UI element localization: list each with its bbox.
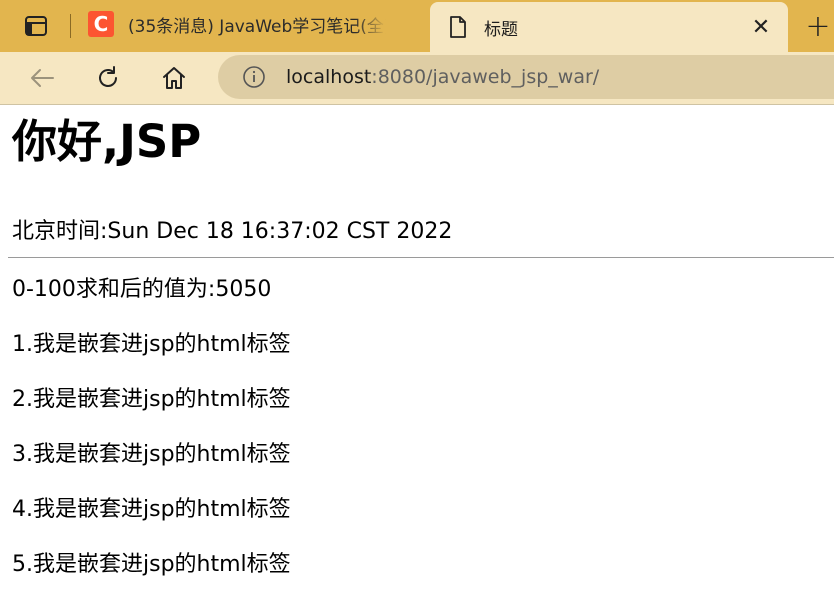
close-tab-icon[interactable]: ✕ [746, 12, 776, 42]
url-path: :8080/javaweb_jsp_war/ [371, 66, 600, 88]
tab-csdn[interactable]: C (35条消息) JavaWeb学习笔记(全)_java [78, 0, 428, 48]
time-text: 北京时间:Sun Dec 18 16:37:02 CST 2022 [12, 219, 453, 244]
refresh-icon [99, 66, 117, 87]
tab-separator [70, 14, 71, 38]
horizontal-rule [8, 257, 834, 258]
list-item: 5.我是嵌套进jsp的html标签 [12, 552, 291, 577]
home-button[interactable] [156, 60, 192, 96]
back-arrow-icon [31, 69, 54, 87]
page-icon [448, 15, 468, 39]
tab-actions-icon [25, 16, 47, 36]
csdn-favicon-icon: C [88, 11, 114, 37]
page-heading: 你好,JSP [12, 115, 202, 168]
vertical-tabs-button[interactable] [14, 10, 58, 42]
url-text[interactable]: localhost:8080/javaweb_jsp_war/ [286, 66, 599, 88]
navigation-bar: localhost:8080/javaweb_jsp_war/ [0, 52, 834, 105]
list-item: 4.我是嵌套进jsp的html标签 [12, 497, 291, 522]
address-bar[interactable]: localhost:8080/javaweb_jsp_war/ [218, 55, 834, 99]
back-button[interactable] [24, 60, 60, 96]
new-tab-button[interactable]: + [796, 4, 834, 48]
tab-active[interactable]: 标题 ✕ [430, 2, 788, 52]
site-info-icon[interactable] [242, 65, 266, 89]
url-host: localhost [286, 66, 372, 88]
refresh-button[interactable] [90, 60, 126, 96]
tab-title: (35条消息) JavaWeb学习笔记(全)_java [128, 16, 386, 37]
tab-bar: C (35条消息) JavaWeb学习笔记(全)_java 标题 ✕ + [0, 0, 834, 52]
sum-text: 0-100求和后的值为:5050 [12, 277, 272, 302]
list-item: 3.我是嵌套进jsp的html标签 [12, 442, 291, 467]
tab-title: 标题 [484, 19, 518, 40]
page-content: 你好,JSP 北京时间:Sun Dec 18 16:37:02 CST 2022… [0, 105, 834, 593]
list-item: 2.我是嵌套进jsp的html标签 [12, 387, 291, 412]
list-item: 1.我是嵌套进jsp的html标签 [12, 332, 291, 357]
home-icon [163, 67, 185, 89]
